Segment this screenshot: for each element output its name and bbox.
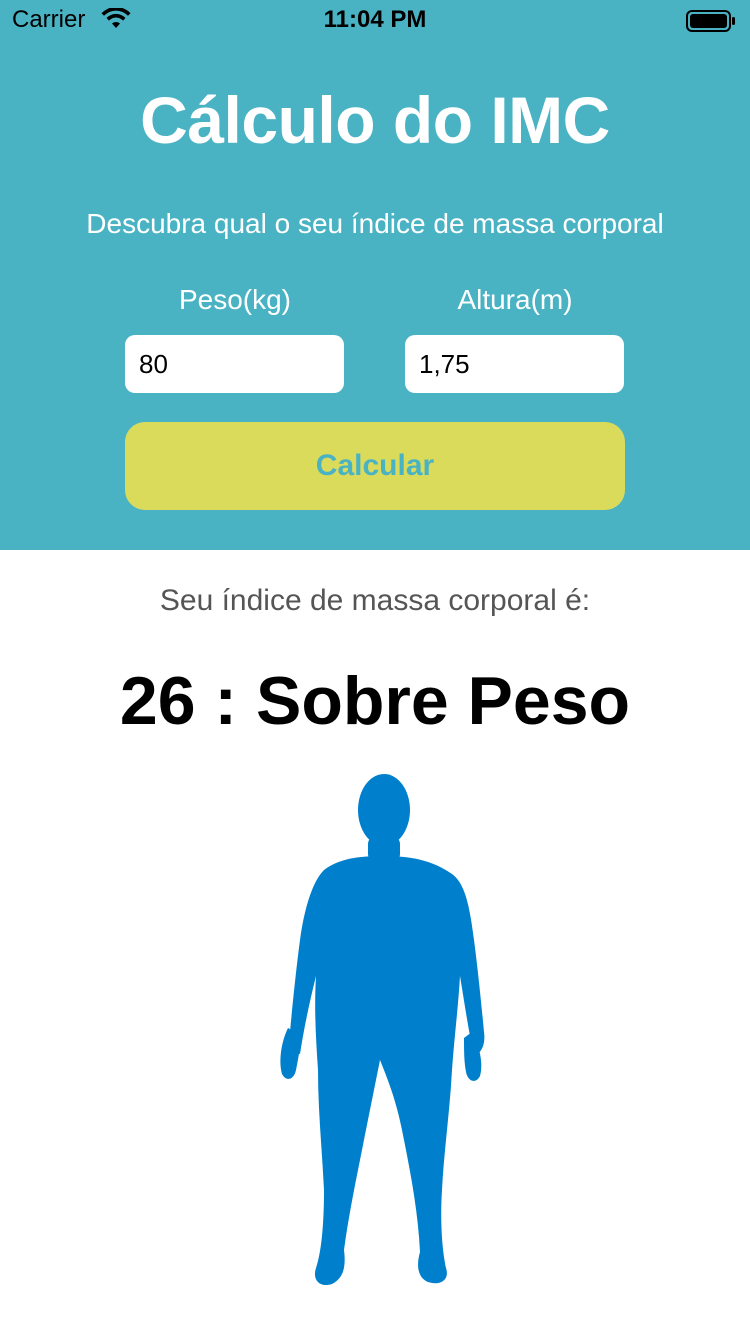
peso-input[interactable] (125, 335, 344, 393)
calcular-button[interactable]: Calcular (125, 422, 625, 510)
page-title: Cálculo do IMC (140, 83, 610, 157)
result-value: 26 : Sobre Peso (119, 663, 631, 739)
battery-icon (686, 10, 735, 32)
header-panel: Carrier 11:04 PM Cálculo do IMC Descubra… (0, 0, 750, 550)
status-bar: Carrier 11:04 PM (0, 0, 750, 40)
page-subtitle: Descubra qual o seu índice de massa corp… (86, 208, 664, 239)
altura-input[interactable] (405, 335, 624, 393)
body-silhouette-icon (280, 774, 485, 1286)
result-caption: Seu índice de massa corporal é: (159, 584, 591, 617)
altura-label: Altura(m) (457, 284, 573, 315)
peso-label: Peso(kg) (178, 284, 292, 315)
status-time: 11:04 PM (323, 6, 427, 33)
